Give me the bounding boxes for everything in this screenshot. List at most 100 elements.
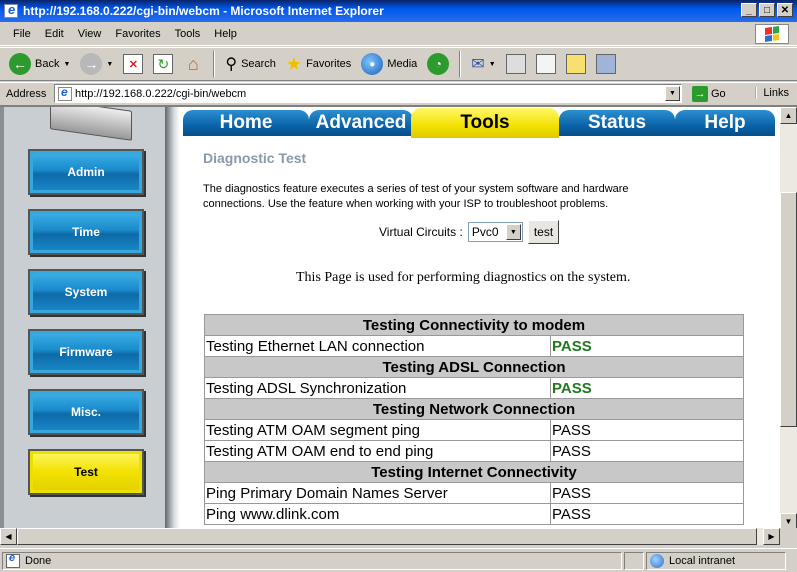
chevron-down-icon[interactable]: ▼ [106,61,113,68]
tab-advanced[interactable]: Advanced [309,110,413,136]
tab-status[interactable]: Status [559,110,675,136]
section-heading: Testing Network Connection [204,398,744,420]
address-input[interactable]: http://192.168.0.222/cgi-bin/webcm ▼ [54,84,682,103]
media-icon: ● [361,53,384,75]
discuss-button[interactable] [563,52,589,76]
toolbar-separator [213,51,216,77]
test-result: PASS [550,440,744,462]
chevron-down-icon[interactable]: ▼ [665,86,680,101]
toolbar-separator [459,51,462,77]
forward-button[interactable]: → ▼ [77,51,116,77]
address-url[interactable]: http://192.168.0.222/cgi-bin/webcm [75,88,246,100]
test-result: PASS [550,419,744,441]
vertical-scrollbar[interactable]: ▲ ▼ [780,107,797,530]
table-row: Testing Ethernet LAN connection PASS [204,335,744,357]
windows-logo-icon [755,24,789,44]
zone-label: Local intranet [669,554,736,567]
test-label: Ping www.dlink.com [204,503,551,525]
virtual-circuits-row: Virtual Circuits : Pvc0 ▼ test [379,220,560,244]
menu-view[interactable]: View [71,28,109,40]
scroll-left-button[interactable]: ◀ [0,528,17,545]
forward-arrow-icon: → [80,53,103,75]
tab-home[interactable]: Home [183,110,309,136]
home-icon: ⌂ [187,53,199,74]
address-label: Address [6,87,47,100]
go-button[interactable]: → Go [692,85,726,102]
menu-file[interactable]: File [6,28,38,40]
menu-help[interactable]: Help [207,28,244,40]
test-result: PASS [550,482,744,504]
main-content: Home Advanced Tools Status Help Diagnost… [180,107,775,545]
tab-bar: Home Advanced Tools Status Help [183,108,775,138]
sidebar-item-time[interactable]: Time [28,209,144,255]
window-titlebar: http://192.168.0.222/cgi-bin/webcm - Mic… [0,0,797,22]
toolbar: ← Back ▼ → ▼ ✕ ↻ ⌂ ⚲ Search ★ Favorites … [0,47,797,81]
test-result: PASS [550,503,744,525]
chevron-down-icon[interactable]: ▼ [63,61,70,68]
back-label: Back [35,58,60,70]
mail-button[interactable]: ✉ ▼ [468,52,498,76]
sidebar-item-misc[interactable]: Misc. [28,389,144,435]
test-result: PASS [550,377,744,399]
intranet-icon [650,553,664,568]
history-button[interactable]: ◔ [424,51,452,77]
tab-help[interactable]: Help [675,110,775,136]
chevron-down-icon[interactable]: ▼ [505,224,521,240]
print-button[interactable] [503,52,529,76]
menu-tools[interactable]: Tools [168,28,208,40]
refresh-button[interactable]: ↻ [150,52,176,76]
table-section-header: Testing Internet Connectivity [204,461,744,483]
tab-tools[interactable]: Tools [411,108,559,138]
back-button[interactable]: ← Back ▼ [6,51,73,77]
search-label: Search [241,58,276,70]
minimize-button[interactable]: _ [741,3,757,17]
search-button[interactable]: ⚲ Search [222,52,279,76]
test-label: Testing ADSL Synchronization [204,377,551,399]
virtual-circuits-select[interactable]: Pvc0 ▼ [467,222,523,242]
sidebar-item-system[interactable]: System [28,269,144,315]
sidebar-item-firmware[interactable]: Firmware [28,329,144,375]
chevron-down-icon[interactable]: ▼ [489,61,496,68]
scroll-up-button[interactable]: ▲ [780,107,797,124]
table-row: Ping Primary Domain Names Server PASS [204,482,744,504]
sidebar-item-admin[interactable]: Admin [28,149,144,195]
research-icon [595,54,616,74]
scroll-corner [780,528,797,545]
sidebar-item-test[interactable]: Test [28,449,144,495]
horizontal-scrollbar[interactable]: ◀ ▶ [0,528,780,545]
table-row: Ping www.dlink.com PASS [204,503,744,525]
router-image [50,107,132,141]
menu-favorites[interactable]: Favorites [108,28,167,40]
maximize-button[interactable]: □ [759,3,775,17]
edit-button[interactable] [533,52,559,76]
back-arrow-icon: ← [9,53,31,75]
history-icon: ◔ [427,53,450,75]
horizontal-scroll-thumb[interactable] [17,528,757,545]
test-label: Ping Primary Domain Names Server [204,482,551,504]
page-icon [58,85,72,101]
vertical-scroll-thumb[interactable] [780,192,797,427]
test-button[interactable]: test [527,220,560,244]
media-button[interactable]: ● Media [358,51,420,77]
research-button[interactable] [593,52,619,76]
scroll-right-button[interactable]: ▶ [763,528,780,545]
menu-edit[interactable]: Edit [38,28,71,40]
close-button[interactable]: ✕ [777,3,793,17]
stop-button[interactable]: ✕ [120,52,146,76]
go-arrow-icon: → [692,85,708,102]
search-icon: ⚲ [225,56,238,73]
home-button[interactable]: ⌂ [180,52,206,76]
table-section-header: Testing Network Connection [204,398,744,420]
star-icon: ★ [285,53,303,74]
sidebar: Admin Time System Firmware Misc. Test [4,107,165,545]
favorites-button[interactable]: ★ Favorites [283,52,354,77]
table-row: Testing ADSL Synchronization PASS [204,377,744,399]
window-title: http://192.168.0.222/cgi-bin/webcm - Mic… [23,4,384,18]
section-heading: Testing ADSL Connection [204,356,744,378]
status-bar: Done Local intranet [0,548,797,572]
printer-icon [505,54,526,74]
page-description: The diagnostics feature executes a serie… [203,183,629,210]
test-result: PASS [550,335,744,357]
links-button[interactable]: Links [755,87,789,99]
mail-icon: ✉ [471,56,485,73]
